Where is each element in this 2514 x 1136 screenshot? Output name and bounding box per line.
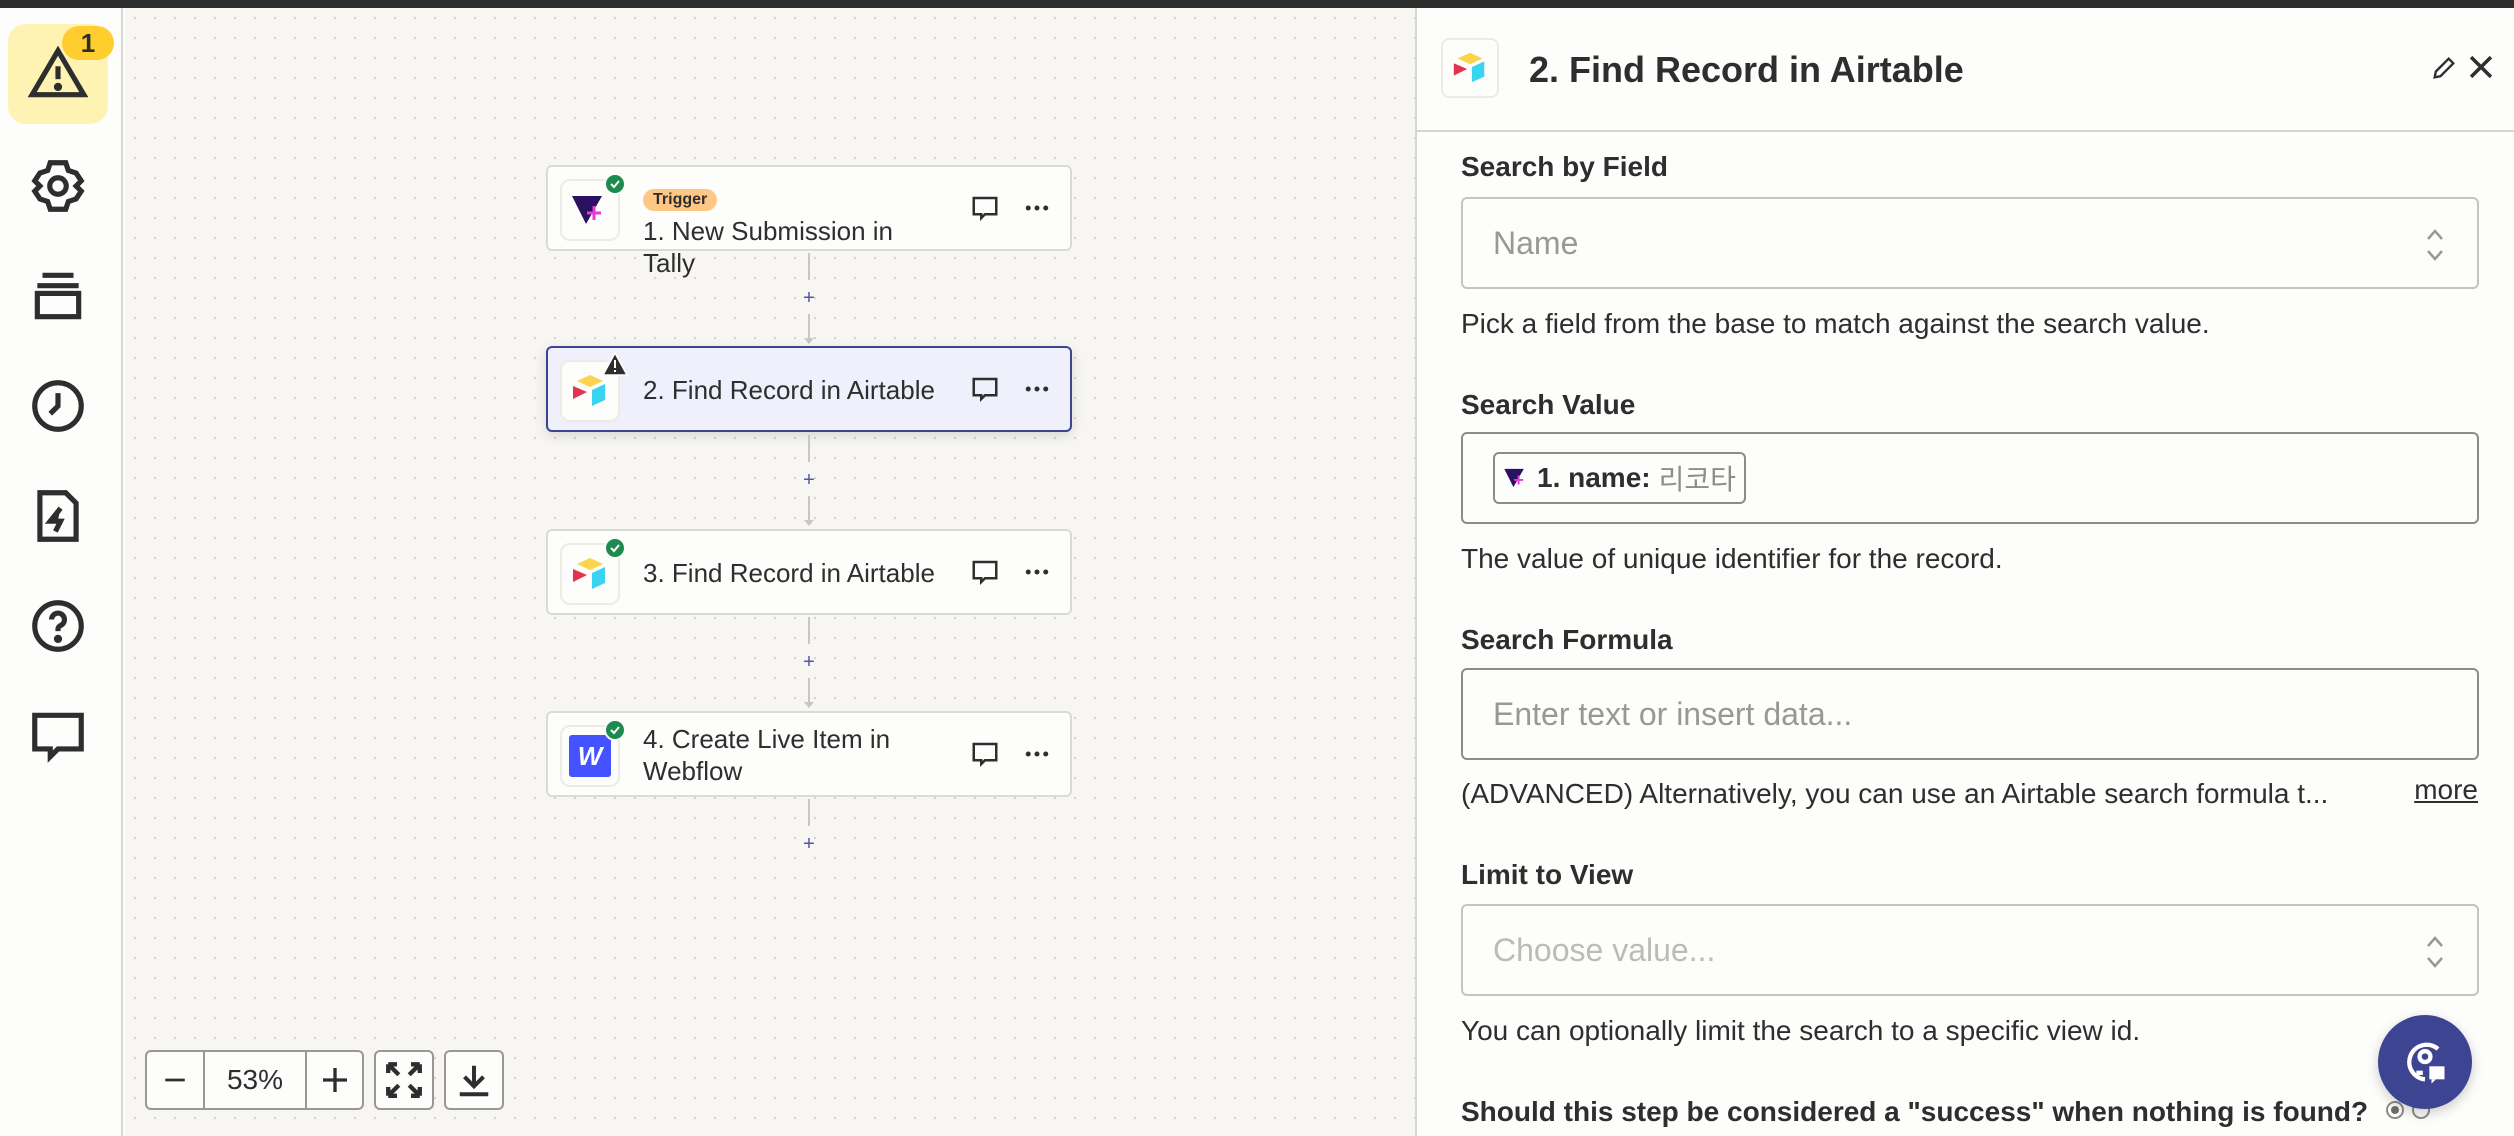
add-step-button[interactable]: + — [798, 287, 820, 309]
chevron-updown-icon — [2427, 229, 2443, 261]
success-radio-yes[interactable] — [2386, 1101, 2404, 1119]
step-title: 4. Create Live Item in Webflow — [643, 724, 891, 786]
search-value-label: Search Value — [1461, 389, 1636, 420]
tally-app-icon — [1504, 468, 1524, 488]
search-by-field-value: Name — [1493, 224, 1579, 261]
stack-icon — [34, 272, 82, 320]
question-icon — [32, 600, 84, 652]
download-button[interactable] — [444, 1050, 504, 1110]
panel-title: 2. Find Record in Airtable — [1529, 49, 1964, 90]
airtable-app-icon — [1441, 38, 1499, 98]
connector-arrow — [804, 702, 814, 708]
search-by-field-help: Pick a field from the base to match agai… — [1461, 308, 2210, 339]
add-step-button[interactable]: + — [798, 469, 820, 491]
more-options-icon[interactable] — [1022, 739, 1052, 769]
step-editor-panel: 2. Find Record in Airtable Search by Fie… — [1415, 8, 2514, 1136]
pill-label: 1. name: — [1537, 462, 1651, 493]
support-chat-button[interactable] — [2378, 1015, 2472, 1109]
sidebar-item-comments[interactable] — [8, 686, 108, 786]
search-formula-placeholder: Enter text or insert data... — [1493, 695, 1853, 732]
connector-line — [808, 617, 810, 644]
search-formula-input[interactable]: Enter text or insert data... — [1461, 668, 2479, 760]
success-check-icon — [604, 719, 626, 741]
pill-value: 리코타 — [1658, 464, 1736, 495]
connector-line — [808, 496, 810, 520]
clock-icon — [32, 380, 84, 432]
connector-line — [808, 253, 810, 280]
more-options-icon[interactable] — [1022, 193, 1052, 223]
file-bolt-icon — [37, 490, 79, 542]
chevron-updown-icon — [2427, 936, 2443, 968]
limit-to-view-help: You can optionally limit the search to a… — [1461, 1015, 2141, 1046]
expand-icon — [386, 1062, 422, 1098]
fit-to-view-button[interactable] — [374, 1050, 434, 1110]
workflow-canvas[interactable]: Trigger 1. New Submission in Tally + 2. … — [125, 8, 1415, 1136]
warning-icon — [602, 352, 628, 376]
connector-line — [808, 678, 810, 702]
success-check-icon — [604, 173, 626, 195]
close-panel-button[interactable] — [2464, 50, 2498, 89]
limit-to-view-label: Limit to View — [1461, 859, 1634, 890]
search-by-field-select[interactable]: Name — [1461, 197, 2479, 289]
panel-header: 2. Find Record in Airtable — [1417, 8, 2514, 132]
comment-icon[interactable] — [970, 374, 1000, 404]
success-when-nothing-found-label: Should this step be considered a "succes… — [1461, 1096, 2369, 1127]
comment-icon — [32, 712, 84, 763]
trigger-tag: Trigger — [643, 189, 718, 211]
sidebar-item-help[interactable] — [8, 576, 108, 676]
edit-title-button[interactable] — [2430, 54, 2458, 87]
more-options-icon[interactable] — [1022, 557, 1052, 587]
search-formula-help: (ADVANCED) Alternatively, you can use an… — [1461, 778, 2329, 809]
top-bar — [0, 0, 2514, 8]
step-card-4[interactable]: W 4. Create Live Item in Webflow — [546, 711, 1072, 797]
plus-icon — [322, 1068, 347, 1092]
connector-arrow — [804, 520, 814, 526]
close-icon — [2469, 55, 2493, 79]
search-formula-label: Search Formula — [1461, 624, 1673, 655]
minus-icon — [165, 1078, 185, 1082]
alert-count-badge: 1 — [62, 26, 114, 60]
mapped-field-pill[interactable]: 1. name: 리코타 — [1493, 452, 1746, 504]
support-agent-icon — [2407, 1042, 2445, 1084]
step-card-3[interactable]: 3. Find Record in Airtable — [546, 529, 1072, 615]
step-title: 3. Find Record in Airtable — [643, 558, 935, 588]
add-step-button[interactable]: + — [798, 833, 820, 855]
search-value-help: The value of unique identifier for the r… — [1461, 543, 2003, 574]
search-value-input[interactable]: 1. name: 리코타 — [1461, 432, 2479, 524]
svg-text:W: W — [578, 741, 605, 771]
comment-icon[interactable] — [970, 557, 1000, 587]
zoom-controls: 53% — [145, 1050, 364, 1110]
limit-to-view-select[interactable]: Choose value... — [1461, 904, 2479, 996]
pencil-icon — [2433, 57, 2455, 79]
sidebar-item-settings[interactable] — [8, 136, 108, 236]
connector-line — [808, 435, 810, 462]
limit-to-view-placeholder: Choose value... — [1493, 931, 1716, 968]
comment-icon[interactable] — [970, 193, 1000, 223]
sidebar: 1 — [0, 8, 123, 1136]
connector-line — [808, 799, 810, 826]
zoom-level: 53% — [205, 1052, 307, 1108]
search-by-field-label: Search by Field — [1461, 151, 1668, 182]
step-card-1[interactable]: Trigger 1. New Submission in Tally — [546, 165, 1072, 278]
add-step-button[interactable]: + — [798, 651, 820, 673]
download-icon — [459, 1065, 489, 1097]
zoom-out-button[interactable] — [147, 1052, 205, 1108]
connector-line — [808, 314, 810, 338]
sidebar-item-alerts[interactable]: 1 — [8, 24, 114, 124]
sidebar-item-zap-runs[interactable] — [8, 466, 108, 566]
success-check-icon — [604, 537, 626, 559]
zoom-in-button[interactable] — [307, 1052, 362, 1108]
step-card-2[interactable]: 2. Find Record in Airtable — [546, 346, 1072, 432]
step-title: 1. New Submission in Tally — [643, 216, 893, 278]
gear-icon — [31, 160, 85, 212]
more-options-icon[interactable] — [1022, 374, 1052, 404]
more-link[interactable]: more — [2414, 774, 2478, 806]
step-title: 2. Find Record in Airtable — [643, 375, 935, 405]
connector-arrow — [804, 338, 814, 344]
sidebar-item-versions[interactable] — [8, 246, 108, 346]
comment-icon[interactable] — [970, 739, 1000, 769]
sidebar-item-history[interactable] — [8, 356, 108, 456]
